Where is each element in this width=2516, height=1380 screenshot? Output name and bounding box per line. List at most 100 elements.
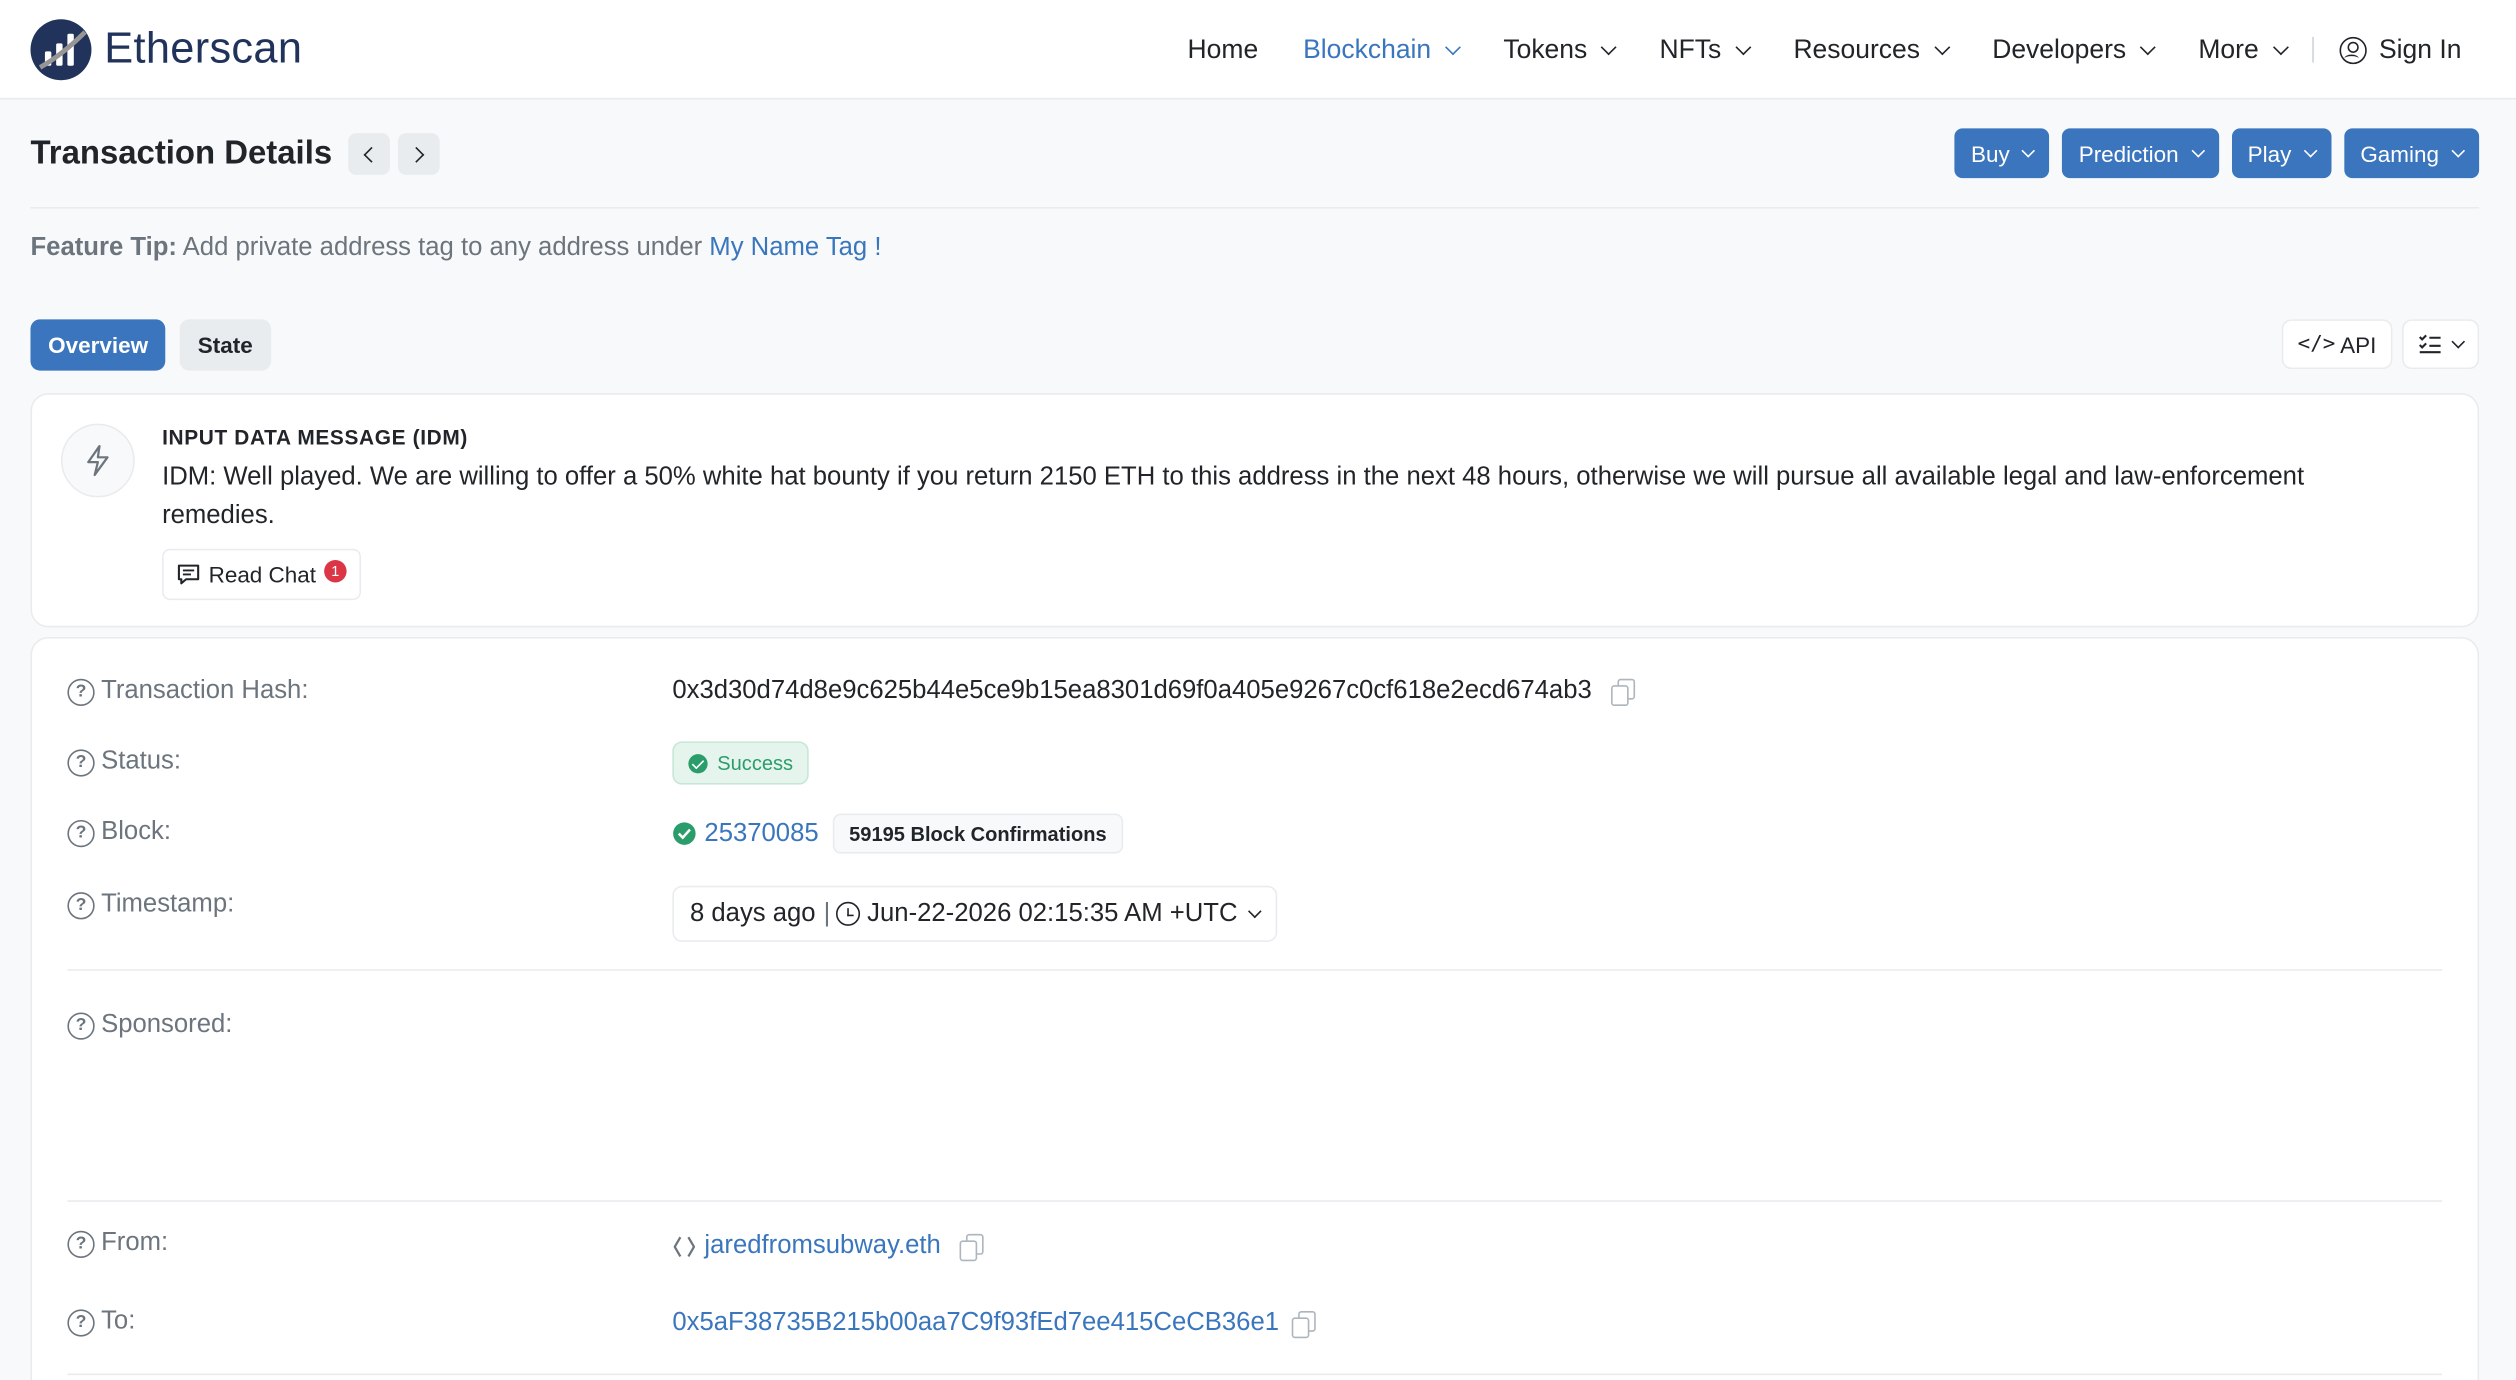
status-badge: Success [672, 741, 810, 785]
nav-more-label: More [2198, 34, 2259, 64]
nav-divider [2311, 36, 2314, 63]
timestamp-value-wrap: 8 days ago | Jun-22-2026 02:15:35 AM +UT… [672, 885, 1278, 942]
ens-icon [673, 1236, 696, 1257]
block-label-wrap: ? Block: [67, 818, 171, 847]
to-address-link[interactable]: 0x5aF38735B215b00aa7C9f93fEd7ee415CeCB36… [672, 1309, 1279, 1338]
my-name-tag-link[interactable]: My Name Tag ! [709, 234, 881, 261]
nav-blockchain-label: Blockchain [1303, 34, 1432, 64]
tx-hash-value-wrap: 0x3d30d74d8e9c625b44e5ce9b15ea8301d69f0a… [672, 677, 1636, 707]
api-label: API [2340, 331, 2377, 358]
question-circle-icon[interactable]: ? [67, 1229, 95, 1258]
row-timestamp: ? Timestamp: 8 days ago | Jun-22-2026 02:… [67, 885, 2442, 944]
nav-more[interactable]: More [2198, 34, 2289, 64]
input-data-message-card: INPUT DATA MESSAGE (IDM) IDM: Well playe… [30, 393, 2480, 628]
to-value-wrap: 0x5aF38735B215b00aa7C9f93fEd7ee415CeCB36… [672, 1309, 1316, 1339]
tab-state[interactable]: State [180, 319, 271, 371]
check-circle-icon [673, 822, 696, 845]
logo-icon [30, 18, 92, 80]
nav-home[interactable]: Home [1188, 34, 1259, 64]
status-text: Success [717, 751, 794, 775]
idm-title: INPUT DATA MESSAGE (IDM) [162, 425, 468, 450]
sponsored-label: Sponsored: [101, 1010, 233, 1039]
block-value-wrap: 25370085 59195 Block Confirmations [672, 813, 1123, 854]
question-circle-icon[interactable]: ? [67, 891, 95, 919]
row-sponsored: ? Sponsored: [67, 1011, 2442, 1043]
feature-tip: Feature Tip: Add private address tag to … [30, 234, 881, 263]
buy-label: Buy [1971, 140, 2010, 167]
api-button[interactable]: </> API [2281, 319, 2393, 370]
view-options-button[interactable] [2402, 319, 2480, 370]
feature-tip-text: Add private address tag to any address u… [176, 234, 710, 262]
code-icon: </> [2297, 332, 2336, 357]
sponsored-label-wrap: ? Sponsored: [67, 1011, 232, 1040]
nav-tokens[interactable]: Tokens [1503, 34, 1617, 64]
promo-buttons: Buy Prediction Play Gaming [1954, 128, 2480, 179]
row-from: ? From: jaredfromsubway.eth [67, 1229, 2442, 1268]
clock-icon [836, 901, 861, 926]
from-address-link[interactable]: jaredfromsubway.eth [704, 1232, 940, 1261]
transaction-details-card: ? Transaction Hash: 0x3d30d74d8e9c625b44e… [30, 637, 2480, 1380]
nav-tokens-label: Tokens [1503, 34, 1588, 64]
chevron-down-icon [2451, 334, 2466, 348]
row-block: ? Block: 25370085 59195 Block Confirmatio… [67, 813, 2442, 859]
row-to: ? To: 0x5aF38735B215b00aa7C9f93fEd7ee415C… [67, 1308, 2442, 1347]
title-divider [30, 206, 2480, 209]
timestamp-absolute: Jun-22-2026 02:15:35 AM +UTC [867, 899, 1238, 927]
next-transaction-button[interactable] [397, 133, 440, 175]
read-chat-button[interactable]: Read Chat 1 [162, 548, 361, 601]
nav-blockchain[interactable]: Blockchain [1303, 34, 1461, 64]
list-check-icon [2418, 334, 2441, 354]
chevron-down-icon [1933, 38, 1950, 55]
status-label: Status: [101, 747, 182, 776]
copy-icon[interactable] [960, 1233, 985, 1262]
chevron-down-icon [1444, 38, 1461, 55]
prediction-button[interactable]: Prediction [2062, 128, 2219, 179]
question-circle-icon[interactable]: ? [67, 748, 95, 776]
nav-developers[interactable]: Developers [1992, 34, 2156, 64]
check-circle-icon [688, 753, 708, 773]
main-nav: Home Blockchain Tokens NFTs Resources De… [1143, 0, 2462, 99]
row-transaction-hash: ? Transaction Hash: 0x3d30d74d8e9c625b44e… [67, 677, 2442, 709]
title-row: Transaction Details Buy Prediction Play … [30, 128, 2480, 179]
question-circle-icon[interactable]: ? [67, 677, 95, 706]
feature-tip-label: Feature Tip: [30, 234, 177, 262]
timestamp-relative: 8 days ago [689, 899, 816, 927]
tab-overview[interactable]: Overview [30, 319, 166, 371]
sign-in-link[interactable]: Sign In [2338, 34, 2462, 64]
timestamp-separator: | [823, 899, 831, 927]
etherscan-logo[interactable]: Etherscan [30, 18, 303, 80]
chevron-down-icon [1734, 38, 1751, 55]
from-label: From: [101, 1229, 169, 1257]
gaming-label: Gaming [2360, 140, 2439, 167]
timestamp-label-wrap: ? Timestamp: [67, 891, 234, 920]
logo-text: Etherscan [104, 24, 303, 73]
chat-count-badge: 1 [324, 560, 347, 583]
chevron-down-icon [2451, 143, 2466, 157]
page-title: Transaction Details [30, 134, 333, 172]
block-label: Block: [101, 818, 172, 846]
tx-hash-value: 0x3d30d74d8e9c625b44e5ce9b15ea8301d69f0a… [672, 677, 1592, 705]
sign-in-label: Sign In [2379, 34, 2462, 64]
nav-resources[interactable]: Resources [1793, 34, 1950, 64]
block-confirmations-badge: 59195 Block Confirmations [833, 813, 1123, 854]
nav-nfts[interactable]: NFTs [1659, 34, 1751, 64]
copy-icon[interactable] [1291, 1310, 1316, 1339]
read-chat-label: Read Chat [208, 561, 317, 588]
question-circle-icon[interactable]: ? [67, 819, 95, 847]
question-circle-icon[interactable]: ? [67, 1308, 95, 1336]
tx-hash-label: Transaction Hash: [101, 677, 309, 705]
gaming-button[interactable]: Gaming [2344, 128, 2480, 179]
buy-button[interactable]: Buy [1954, 128, 2050, 179]
block-number-link[interactable]: 25370085 [704, 819, 818, 848]
row-status: ? Status: Success [67, 741, 2442, 789]
play-button[interactable]: Play [2231, 128, 2332, 179]
nav-home-label: Home [1187, 34, 1259, 64]
nav-resources-label: Resources [1793, 34, 1921, 64]
prev-transaction-button[interactable] [348, 133, 390, 175]
copy-icon[interactable] [1611, 678, 1636, 707]
idm-message: IDM: Well played. We are willing to offe… [162, 463, 2305, 530]
question-circle-icon[interactable]: ? [67, 1011, 95, 1039]
timestamp-dropdown[interactable]: 8 days ago | Jun-22-2026 02:15:35 AM +UT… [672, 885, 1278, 942]
status-label-wrap: ? Status: [67, 748, 181, 777]
to-label-wrap: ? To: [67, 1308, 135, 1337]
